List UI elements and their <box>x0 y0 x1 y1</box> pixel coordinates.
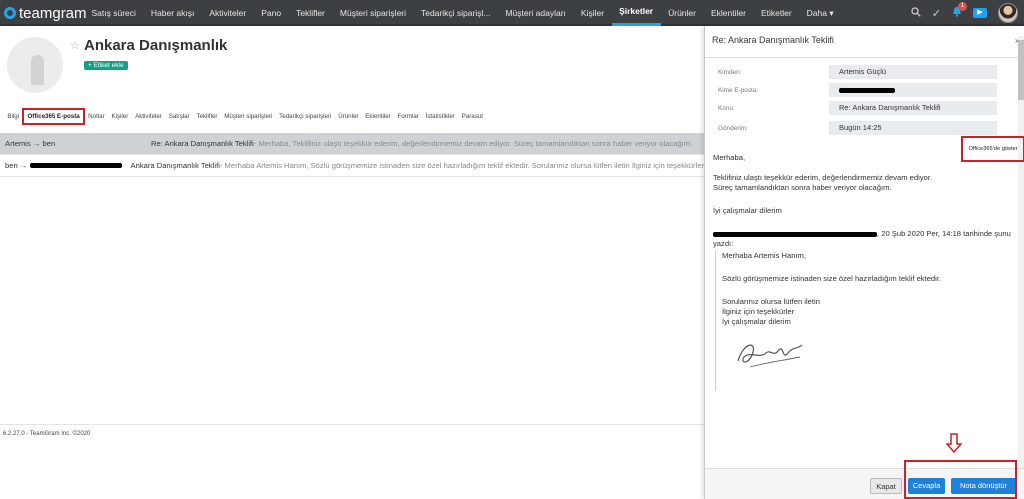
nav-item[interactable]: Aktiviteler <box>202 0 254 26</box>
email-body: Merhaba, Teklifiniz ulaştı teşekkür eder… <box>713 153 1018 249</box>
bell-icon[interactable]: 1 <box>952 2 967 20</box>
tab-item[interactable]: Aktiviteler <box>132 113 166 120</box>
email-from-text: Artemis → ben <box>5 139 56 148</box>
panel-scroll-thumb[interactable] <box>1018 40 1024 100</box>
nav-item[interactable]: Ürünler <box>661 0 704 26</box>
footer-divider <box>0 424 704 425</box>
brand-logo[interactable]: teamgram <box>4 4 87 22</box>
tab-item[interactable]: Eklentiler <box>362 113 394 120</box>
email-from: Artemis → ben <box>0 139 151 148</box>
body-greeting: Merhaba, <box>713 153 746 162</box>
quote-line3: Sorularınız olursa lütfen iletin <box>722 297 820 306</box>
tab-item[interactable]: Bilgi <box>4 113 22 120</box>
tab-item[interactable]: Ürünler <box>335 113 362 120</box>
nav-item[interactable]: Kişiler <box>573 0 611 26</box>
email-detail-panel: Re: Ankara Danışmanlık Teklifi × Kimden:… <box>704 26 1024 499</box>
from-label: Kimden: <box>718 68 742 76</box>
panel-scrollbar[interactable] <box>1018 36 1024 476</box>
sent-label: Gönderim: <box>718 124 748 132</box>
email-snippet: - Merhaba Artemis Hanım, Sözlü görüşmemi… <box>219 161 704 170</box>
tab-item[interactable]: Satışlar <box>165 113 193 120</box>
star-icon[interactable]: ☆ <box>70 39 80 52</box>
nav-item[interactable]: Pano <box>254 0 289 26</box>
arrow-down-icon <box>946 433 962 453</box>
video-icon[interactable]: ▶ <box>973 8 987 18</box>
buttons-highlight-box <box>904 460 1017 499</box>
building-icon <box>31 55 44 85</box>
quote-header: , 20 Şub 2020 Per, 14:18 tarihinde şunu <box>713 229 1018 239</box>
email-from-text: ben → <box>5 161 28 170</box>
brand-mark-icon <box>4 7 16 19</box>
add-tag-button[interactable]: + Etiket ekle <box>84 61 128 70</box>
email-subject: Re: Ankara Danışmanlık Teklifi <box>151 139 254 148</box>
email-panel-title: Re: Ankara Danışmanlık Teklifi <box>712 35 834 45</box>
redacted-email <box>30 163 123 168</box>
user-avatar[interactable] <box>998 3 1018 23</box>
email-from: ben → <box>0 161 131 170</box>
nav-item[interactable]: Teklifler <box>289 0 333 26</box>
navbar-right: ✓ 1 ▶ <box>911 0 1018 26</box>
nav-item[interactable]: Haber akışı <box>143 0 201 26</box>
email-list: Artemis → ben Re: Ankara Danışmanlık Tekl… <box>0 133 704 177</box>
company-header: ☆ Ankara Danışmanlık + Etiket ekle <box>0 26 704 106</box>
tab-item[interactable]: Müşteri siparişleri <box>221 113 276 120</box>
footer-text: 6.2.27.0 - TeamGram Inc. ©2020 <box>3 431 91 437</box>
nav-item[interactable]: Eklentiler <box>703 0 753 26</box>
tab-item[interactable]: İstatistikler <box>422 113 458 120</box>
from-row: Kimden: Artemis Güçlü <box>718 65 1008 79</box>
body-closing: İyi çalışmalar dilerim <box>713 206 782 215</box>
redacted-email <box>839 87 895 93</box>
nav-item[interactable]: Müşteri adayları <box>498 0 573 26</box>
search-icon[interactable] <box>911 6 921 20</box>
body-line2: Süreç tamamlandıktan sonra haber veriyor… <box>713 183 892 192</box>
subject-value: Re: Ankara Danışmanlık Teklifi <box>829 101 997 115</box>
from-value: Artemis Güçlü <box>829 65 997 79</box>
quote-line1: Merhaba Artemis Hanım, <box>722 251 806 260</box>
to-label: Kime E-posta: <box>718 86 759 94</box>
tab-item[interactable]: Notlar <box>85 113 108 120</box>
page-title: Ankara Danışmanlık <box>84 37 228 54</box>
tab-item[interactable]: Parasut <box>458 113 486 120</box>
redacted-sender <box>713 231 877 237</box>
top-navbar: teamgram Satış süreci Haber akışı Aktivite… <box>0 0 1024 26</box>
subject-row: Konu: Re: Ankara Danışmanlık Teklifi <box>718 101 1008 115</box>
email-row[interactable]: Artemis → ben Re: Ankara Danışmanlık Tekl… <box>0 133 704 155</box>
email-subject: Ankara Danışmanlık Teklifi <box>130 161 220 170</box>
tab-item[interactable]: Tedarikçi siparişleri <box>276 113 335 120</box>
subject-label: Konu: <box>718 104 735 112</box>
nav-item[interactable]: Şirketler <box>611 0 661 26</box>
quote-line2: Sözlü görüşmemize istinaden size özel ha… <box>722 274 942 283</box>
nav-item[interactable]: Satış süreci <box>84 0 143 26</box>
to-value <box>829 83 997 97</box>
quote-header-2: yazdı: <box>713 239 734 248</box>
nav-item[interactable]: Daha ▾ <box>799 0 841 26</box>
panel-divider <box>705 57 1024 58</box>
close-button[interactable]: Kapat <box>870 478 902 494</box>
company-avatar <box>7 37 63 93</box>
nav-item[interactable]: Müşteri siparişleri <box>332 0 413 26</box>
signature-image <box>737 344 803 368</box>
tab-item[interactable]: Kişiler <box>108 113 132 120</box>
nav-item[interactable]: Etiketler <box>753 0 799 26</box>
quoted-message: Merhaba Artemis Hanım, Sözlü görüşmemize… <box>715 251 1005 391</box>
sent-value: Bugün 14:25 <box>829 121 997 135</box>
quote-line5: İyi çalışmalar dilerim <box>722 317 791 326</box>
sent-row: Gönderim: Bugün 14:25 <box>718 121 1008 135</box>
tab-item[interactable]: Teklifler <box>193 113 221 120</box>
body-line1: Teklifiniz ulaştı teşekkür ederim, değer… <box>713 173 933 182</box>
tab-item[interactable]: Formlar <box>394 113 422 120</box>
check-icon[interactable]: ✓ <box>932 7 941 20</box>
nav-item[interactable]: Tedarikçi siparişl... <box>414 0 498 26</box>
brand-name: teamgram <box>19 4 87 22</box>
email-snippet: - Merhaba, Teklifiniz ulaştı teşekkür ed… <box>253 139 693 148</box>
email-row[interactable]: ben → Ankara Danışmanlık Teklifi - Merhab… <box>0 155 704 177</box>
notification-badge: 1 <box>958 2 967 11</box>
quote-line4: İlginiz için teşekkürler <box>722 307 795 316</box>
main-nav: Satış süreci Haber akışı Aktiviteler Pano Te… <box>84 0 841 26</box>
to-row: Kime E-posta: <box>718 83 1008 97</box>
company-tabs: Bilgi Office365 E-posta Notlar Kişiler Aktiv… <box>0 106 704 126</box>
tab-item[interactable]: Office365 E-posta <box>22 107 85 125</box>
